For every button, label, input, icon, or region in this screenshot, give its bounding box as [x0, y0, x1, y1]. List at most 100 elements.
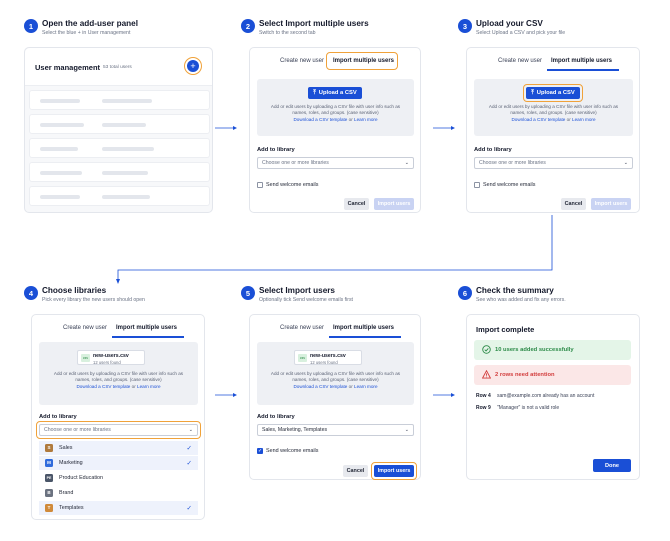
tab-create-user[interactable]: Create new user	[498, 58, 542, 64]
upload-csv-button[interactable]: ⤒ Upload a CSV	[308, 87, 362, 99]
import-users-button[interactable]: Import users	[374, 198, 414, 210]
upload-icon: ⤒	[531, 89, 534, 96]
arrow-3-to-4	[116, 215, 553, 284]
csv-template-link[interactable]: Download a CSV template	[293, 117, 347, 122]
library-select[interactable]: Choose one or more libraries ⌄	[474, 157, 633, 169]
csv-template-link[interactable]: Download a CSV template	[293, 384, 347, 389]
csv-dropzone[interactable]: csv new-users.csv 12 users found Add or …	[39, 342, 198, 405]
list-item	[29, 138, 210, 158]
uploaded-file-chip: csv new-users.csv 12 users found	[77, 350, 145, 365]
active-tab-indicator	[329, 336, 401, 338]
check-icon: ✓	[186, 444, 192, 452]
import-panel-step-3: Create new user Import multiple users ⤒ U…	[466, 47, 640, 213]
welcome-email-label: Send welcome emails	[483, 182, 536, 188]
library-name: Sales	[59, 445, 73, 451]
tab-create-user[interactable]: Create new user	[280, 325, 324, 331]
csv-template-link[interactable]: Download a CSV template	[76, 384, 130, 389]
add-user-button[interactable]: +	[187, 60, 199, 72]
step-title: Check the summary	[476, 286, 554, 295]
active-tab-indicator	[112, 336, 184, 338]
upload-csv-button[interactable]: ⤒ Upload a CSV	[526, 87, 580, 99]
check-icon: ✓	[186, 504, 192, 512]
step-subtitle: Pick every library the new users should …	[42, 297, 145, 303]
step-3-header: 3 Upload your CSV Select Upload a CSV an…	[458, 19, 658, 49]
import-panel-step-2: Create new user Import multiple users ⤒ U…	[249, 47, 421, 213]
step-subtitle: Select Upload a CSV and pick your file	[476, 30, 566, 36]
step-subtitle: Select the blue + in User management	[42, 30, 131, 36]
tab-import-users[interactable]: Import multiple users	[551, 58, 612, 64]
select-placeholder: Choose one or more libraries	[262, 160, 329, 166]
library-avatar: PE	[45, 474, 53, 482]
library-select[interactable]: Sales, Marketing, Templates ⌄	[257, 424, 414, 436]
welcome-email-checkbox[interactable]	[474, 182, 480, 188]
learn-more-link[interactable]: Learn more	[137, 384, 161, 389]
active-tab-indicator	[547, 69, 619, 71]
library-name: Templates	[59, 505, 84, 511]
tab-import-users[interactable]: Import multiple users	[333, 325, 394, 331]
selected-libraries: Sales, Marketing, Templates	[262, 427, 328, 433]
upload-label: Upload a CSV	[536, 90, 575, 96]
list-item	[29, 114, 210, 134]
panel-header: User management 53 total users +	[25, 48, 212, 86]
step-title: Open the add-user panel	[42, 19, 138, 28]
file-name: new-users.csv	[93, 353, 129, 359]
done-button[interactable]: Done	[593, 459, 631, 472]
library-option-marketing[interactable]: M Marketing ✓	[39, 456, 198, 470]
learn-more-link[interactable]: Learn more	[572, 117, 596, 122]
library-option-templates[interactable]: T Templates ✓	[39, 501, 198, 515]
step-subtitle: See who was added and fix any errors.	[476, 297, 566, 303]
chevron-down-icon: ⌄	[188, 427, 193, 433]
library-avatar: B	[45, 489, 53, 497]
help-links: Download a CSV template or Learn more	[257, 117, 414, 122]
tab-create-user[interactable]: Create new user	[63, 325, 107, 331]
step-subtitle: Optionally tick Send welcome emails firs…	[259, 297, 353, 303]
chevron-down-icon: ⌄	[404, 427, 409, 433]
check-icon: ✓	[186, 459, 192, 467]
arrow-1-to-2	[215, 126, 237, 130]
file-user-count: 12 users found	[93, 359, 121, 365]
library-name: Brand	[59, 490, 74, 496]
import-users-button[interactable]: Import users	[374, 465, 414, 477]
import-panel-step-5: Create new user Import multiple users cs…	[249, 314, 421, 480]
cancel-button[interactable]: Cancel	[561, 198, 586, 210]
user-management-panel: User management 53 total users +	[24, 47, 213, 213]
list-item	[29, 90, 210, 110]
add-to-library-label: Add to library	[39, 414, 77, 420]
cancel-button[interactable]: Cancel	[343, 465, 368, 477]
list-item	[29, 186, 210, 206]
cancel-button[interactable]: Cancel	[344, 198, 369, 210]
add-to-library-label: Add to library	[474, 147, 512, 153]
step-5-header: 5 Select Import users Optionally tick Se…	[241, 286, 441, 316]
learn-more-link[interactable]: Learn more	[354, 117, 378, 122]
learn-more-link[interactable]: Learn more	[354, 384, 378, 389]
step-title: Select Import users	[259, 286, 335, 295]
arrow-2-to-3	[433, 126, 455, 130]
welcome-email-checkbox[interactable]	[257, 182, 263, 188]
csv-dropzone[interactable]: ⤒ Upload a CSV Add or edit users by uploa…	[474, 79, 633, 136]
library-option-product-education[interactable]: PE Product Education	[39, 471, 198, 485]
import-users-button[interactable]: Import users	[591, 198, 631, 210]
welcome-email-checkbox[interactable]: ✓	[257, 448, 263, 454]
tab-import-users[interactable]: Import multiple users	[333, 58, 394, 64]
csv-file-icon: csv	[81, 354, 90, 362]
library-option-sales[interactable]: S Sales ✓	[39, 441, 198, 455]
csv-dropzone[interactable]: csv new-users.csv 12 users found Add or …	[257, 342, 414, 405]
user-count: 53 total users	[103, 65, 132, 70]
add-to-library-label: Add to library	[257, 414, 295, 420]
library-option-brand[interactable]: B Brand	[39, 486, 198, 500]
tab-import-users[interactable]: Import multiple users	[116, 325, 177, 331]
library-name: Product Education	[59, 475, 104, 481]
tab-create-user[interactable]: Create new user	[280, 58, 324, 64]
csv-dropzone[interactable]: ⤒ Upload a CSV Add or edit users by uploa…	[257, 79, 414, 136]
csv-template-link[interactable]: Download a CSV template	[511, 117, 565, 122]
file-name: new-users.csv	[310, 353, 346, 359]
step-number: 1	[24, 19, 38, 33]
library-select[interactable]: Choose one or more libraries ⌄	[257, 157, 414, 169]
or-text: or	[131, 384, 136, 389]
step-number: 2	[241, 19, 255, 33]
import-panel-step-4: Create new user Import multiple users cs…	[31, 314, 205, 520]
help-links: Download a CSV template or Learn more	[474, 117, 633, 122]
library-avatar: T	[45, 504, 53, 512]
library-select[interactable]: Choose one or more libraries ⌄	[39, 424, 198, 436]
select-placeholder: Choose one or more libraries	[479, 160, 546, 166]
